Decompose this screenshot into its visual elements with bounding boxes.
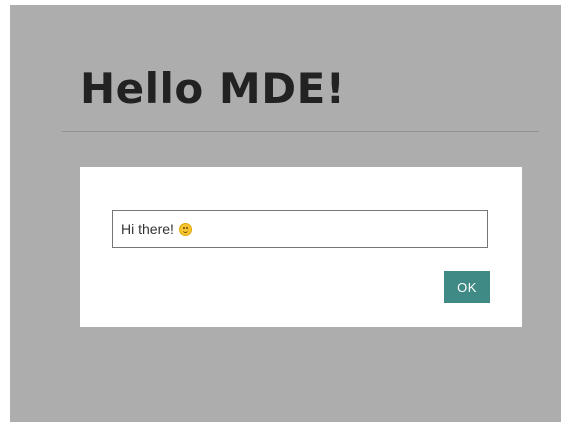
- page-background: Hello MDE! Hi there! OK: [10, 5, 561, 422]
- prompt-dialog: Hi there! OK: [80, 167, 522, 327]
- ok-button[interactable]: OK: [444, 271, 490, 303]
- slightly-smiling-face-icon: [178, 222, 192, 236]
- message-input-value: Hi there!: [121, 221, 174, 237]
- message-input[interactable]: Hi there!: [112, 210, 488, 248]
